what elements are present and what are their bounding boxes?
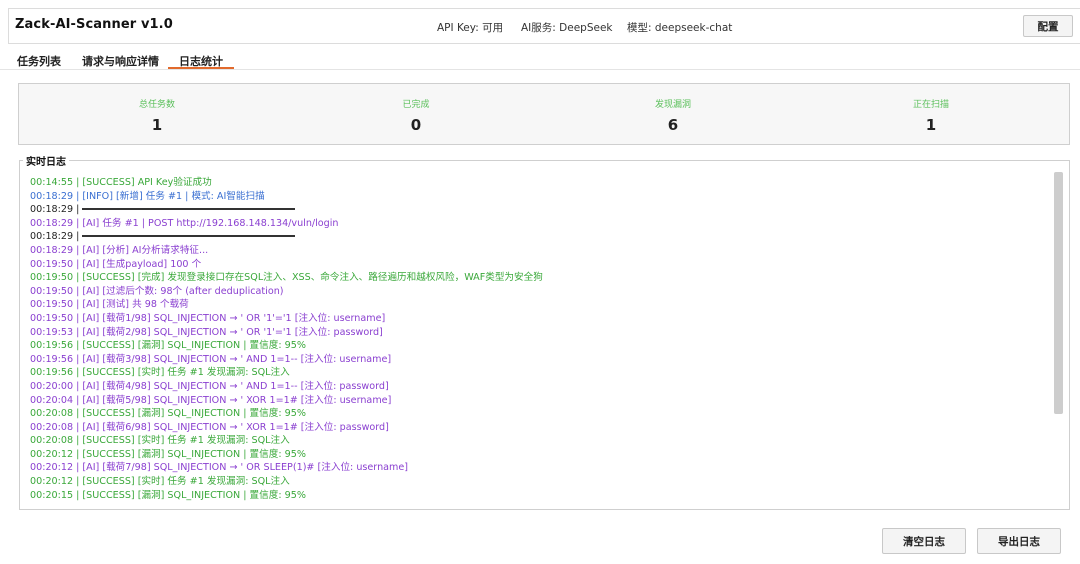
log-line: 00:14:55 | [SUCCESS] API Key验证成功	[30, 176, 1050, 190]
log-line-text: 00:19:50 | [AI] [测试] 共 98 个载荷	[30, 299, 189, 311]
tab-bar: 任务列表 请求与响应详情 日志统计	[0, 48, 1080, 70]
log-line: 00:18:29 |	[30, 203, 1050, 217]
log-line-text: 00:19:56 | [AI] [载荷3/98] SQL_INJECTION →…	[30, 353, 392, 365]
log-line-text: 00:18:29 |	[30, 204, 83, 216]
stat-value: 1	[151, 116, 163, 134]
log-line: 00:18:29 | [AI] 任务 #1 | POST http://192.…	[30, 217, 1050, 231]
log-line-text: 00:20:12 | [AI] [载荷7/98] SQL_INJECTION →…	[30, 462, 409, 474]
log-line-text: 00:19:50 | [AI] [载荷1/98] SQL_INJECTION →…	[30, 312, 386, 324]
log-line: 00:19:53 | [AI] [载荷2/98] SQL_INJECTION →…	[30, 326, 1050, 340]
log-line: 00:19:56 | [AI] [载荷3/98] SQL_INJECTION →…	[30, 353, 1050, 367]
log-line: 00:20:04 | [AI] [载荷5/98] SQL_INJECTION →…	[30, 394, 1050, 408]
log-line-text: 00:14:55 | [SUCCESS] API Key验证成功	[30, 177, 212, 188]
log-line: 00:20:12 | [SUCCESS] [实时] 任务 #1 发现漏洞: SQ…	[30, 475, 1050, 489]
log-line: 00:18:29 |	[30, 230, 1050, 244]
log-line-text: 00:20:15 | [SUCCESS] [漏洞] SQL_INJECTION …	[30, 489, 306, 501]
stat-scanning: 正在扫描 1	[871, 97, 991, 134]
log-line: 00:19:56 | [SUCCESS] [实时] 任务 #1 发现漏洞: SQ…	[30, 366, 1050, 380]
stat-label: 发现漏洞	[654, 100, 691, 110]
log-line-text: 00:18:29 | [AI] 任务 #1 | POST http://192.…	[30, 217, 339, 229]
stat-label: 总任务数	[138, 100, 175, 110]
log-line-text: 00:20:08 | [SUCCESS] [实时] 任务 #1 发现漏洞: SQ…	[30, 435, 290, 447]
log-line: 00:18:29 | [AI] [分析] AI分析请求特征...	[30, 244, 1050, 258]
log-line: 00:20:08 | [SUCCESS] [实时] 任务 #1 发现漏洞: SQ…	[30, 434, 1050, 448]
log-line-text: 00:19:53 | [AI] [载荷2/98] SQL_INJECTION →…	[30, 326, 383, 338]
log-line: 00:20:12 | [AI] [载荷7/98] SQL_INJECTION →…	[30, 461, 1050, 475]
log-line-text: 00:18:29 | [INFO] [新增] 任务 #1 | 模式: AI智能扫…	[30, 190, 265, 202]
log-line: 00:19:50 | [AI] [生成payload] 100 个	[30, 258, 1050, 272]
stat-value: 0	[410, 116, 422, 134]
log-line-text: 00:20:00 | [AI] [载荷4/98] SQL_INJECTION →…	[30, 380, 389, 392]
log-panel-title: 实时日志	[23, 153, 69, 168]
log-line: 00:20:12 | [SUCCESS] [漏洞] SQL_INJECTION …	[30, 448, 1050, 462]
log-text-area[interactable]: 00:14:55 | [SUCCESS] API Key验证成功 00:18:29…	[30, 176, 1050, 506]
log-scrollbar-thumb[interactable]	[1054, 172, 1063, 414]
log-line-text: 00:20:12 | [SUCCESS] [漏洞] SQL_INJECTION …	[30, 448, 306, 460]
stat-vulnerabilities-found: 发现漏洞 6	[613, 97, 733, 134]
log-line-text: 00:18:29 | [AI] [分析] AI分析请求特征...	[30, 244, 209, 256]
log-line-text: 00:19:56 | [SUCCESS] [实时] 任务 #1 发现漏洞: SQ…	[30, 367, 290, 379]
log-line-text: 00:19:50 | [AI] [生成payload] 100 个	[30, 258, 202, 270]
log-line: 00:20:15 | [SUCCESS] [漏洞] SQL_INJECTION …	[30, 489, 1050, 503]
log-line-text: 00:19:50 | [AI] [过滤后个数: 98个 (after dedup…	[30, 285, 284, 297]
header-bar: Zack-AI-Scanner v1.0 API Key: 可用 AI服务: D…	[8, 8, 1080, 44]
tab-request-response-detail[interactable]: 请求与响应详情	[82, 53, 159, 69]
log-line: 00:20:08 | [SUCCESS] [漏洞] SQL_INJECTION …	[30, 407, 1050, 421]
clear-log-button[interactable]: 清空日志	[882, 528, 966, 554]
log-line: 00:20:00 | [AI] [载荷4/98] SQL_INJECTION →…	[30, 380, 1050, 394]
log-line: 00:19:50 | [AI] [测试] 共 98 个载荷	[30, 298, 1050, 312]
log-line: 00:18:29 | [INFO] [新增] 任务 #1 | 模式: AI智能扫…	[30, 190, 1050, 204]
ai-service-status: AI服务: DeepSeek	[521, 22, 613, 34]
separator-line	[82, 235, 296, 238]
log-line-text: 00:18:29 |	[30, 231, 83, 243]
log-line-text: 00:20:12 | [SUCCESS] [实时] 任务 #1 发现漏洞: SQ…	[30, 476, 290, 488]
log-line: 00:19:50 | [SUCCESS] [完成] 发现登录接口存在SQL注入、…	[30, 271, 1050, 285]
stat-value: 6	[667, 116, 679, 134]
log-line-text: 00:20:04 | [AI] [载荷5/98] SQL_INJECTION →…	[30, 394, 392, 406]
log-line-text: 00:19:50 | [SUCCESS] [完成] 发现登录接口存在SQL注入、…	[30, 272, 543, 284]
stat-value: 1	[925, 116, 937, 134]
app-title: Zack-AI-Scanner v1.0	[15, 17, 173, 32]
log-line-text: 00:20:08 | [SUCCESS] [漏洞] SQL_INJECTION …	[30, 408, 306, 420]
log-line-text: 00:20:08 | [AI] [载荷6/98] SQL_INJECTION →…	[30, 421, 389, 433]
log-scrollbar[interactable]	[1054, 172, 1063, 414]
separator-line	[82, 208, 296, 211]
stats-panel: 总任务数 1 已完成 0 发现漏洞 6 正在扫描 1	[18, 83, 1070, 145]
log-line: 00:19:56 | [SUCCESS] [漏洞] SQL_INJECTION …	[30, 339, 1050, 353]
log-line-text: 00:19:56 | [SUCCESS] [漏洞] SQL_INJECTION …	[30, 340, 306, 352]
tab-task-list[interactable]: 任务列表	[17, 53, 61, 69]
app-window: Zack-AI-Scanner v1.0 API Key: 可用 AI服务: D…	[0, 0, 1080, 564]
log-line: 00:19:50 | [AI] [过滤后个数: 98个 (after dedup…	[30, 285, 1050, 299]
stat-completed: 已完成 0	[356, 97, 476, 134]
model-status: 模型: deepseek-chat	[627, 22, 733, 34]
api-key-status: API Key: 可用	[437, 22, 504, 34]
stat-label: 已完成	[402, 100, 430, 110]
stat-total-tasks: 总任务数 1	[97, 97, 217, 134]
log-line: 00:20:08 | [AI] [载荷6/98] SQL_INJECTION →…	[30, 421, 1050, 435]
stat-label: 正在扫描	[912, 100, 949, 110]
export-log-button[interactable]: 导出日志	[977, 528, 1061, 554]
active-tab-indicator	[168, 67, 234, 69]
log-line: 00:19:50 | [AI] [载荷1/98] SQL_INJECTION →…	[30, 312, 1050, 326]
config-button[interactable]: 配置	[1023, 15, 1073, 37]
